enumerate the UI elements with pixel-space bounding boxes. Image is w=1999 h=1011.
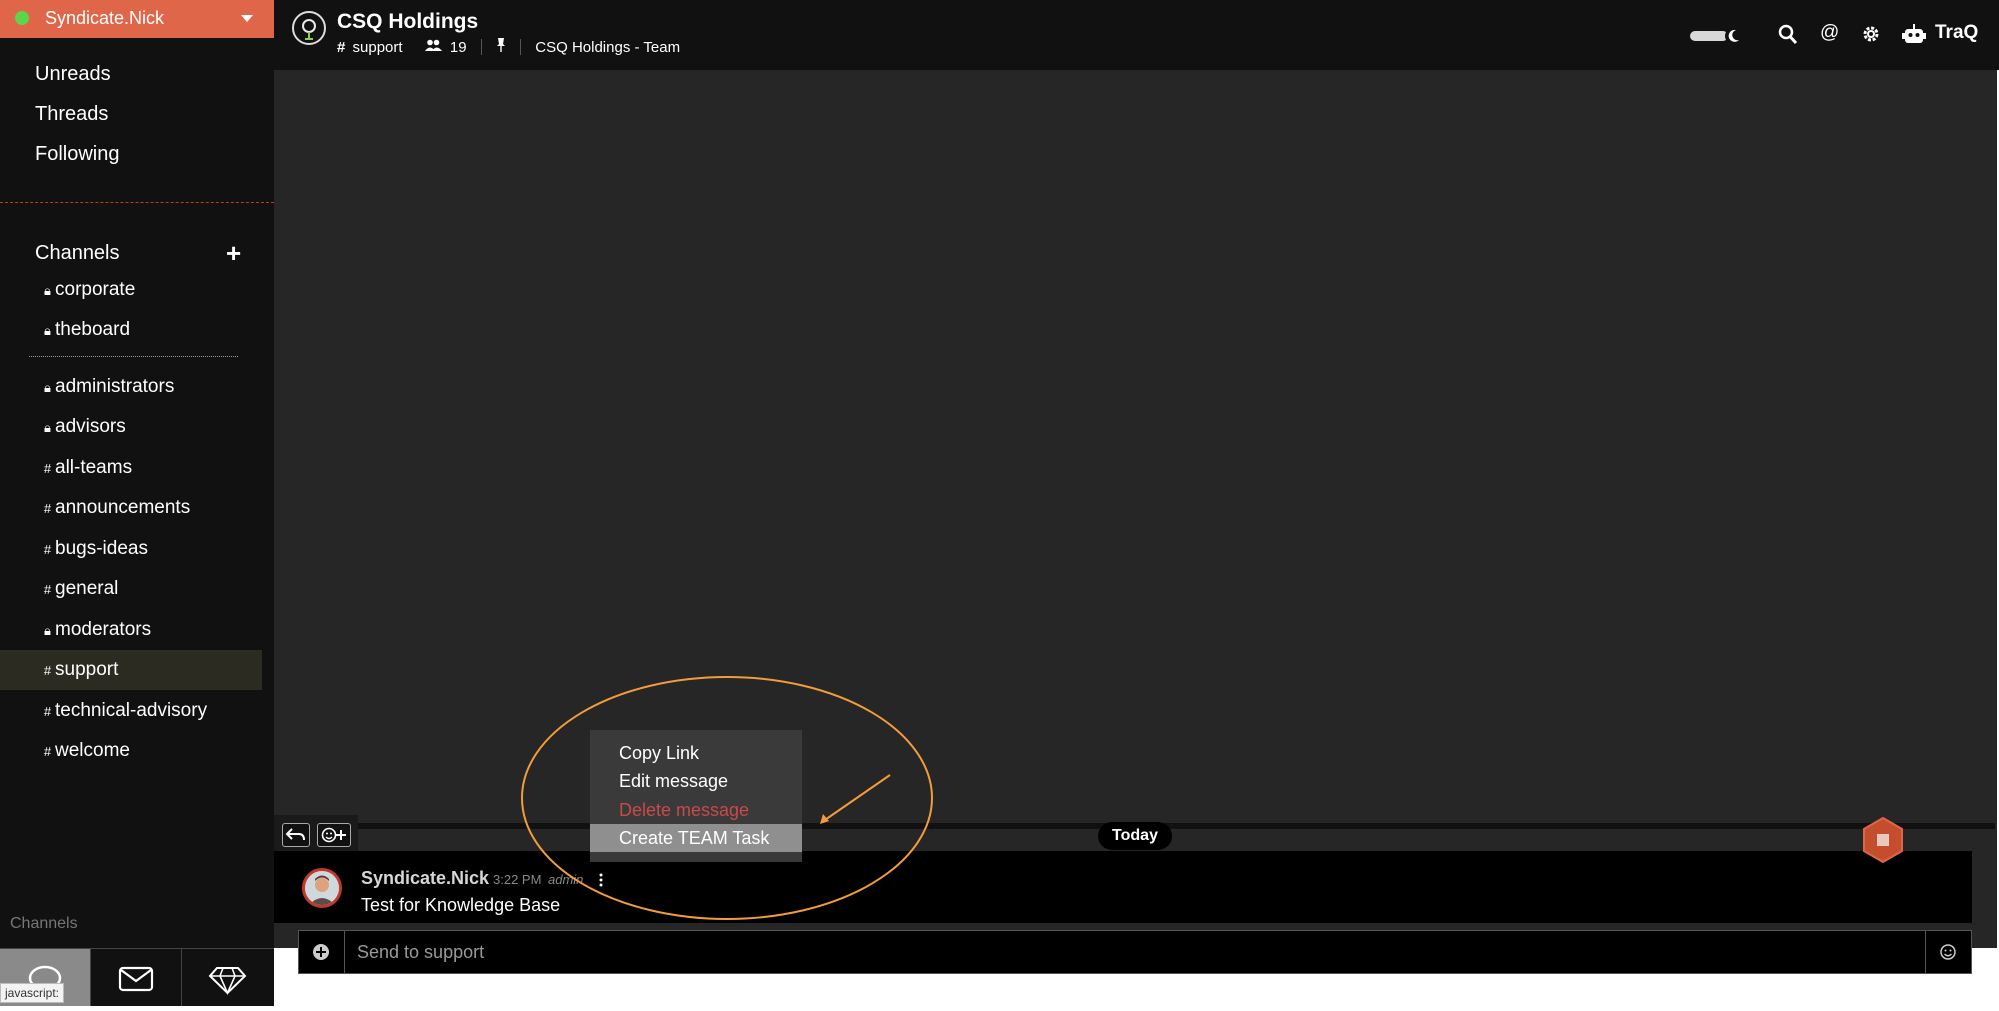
channel-name: administrators: [55, 376, 175, 397]
message-item[interactable]: Syndicate.Nick 3:22 PM admin Test for Kn…: [274, 851, 1972, 923]
channel-name: corporate: [55, 279, 136, 300]
channel-moderators[interactable]: 🔒︎ moderators: [40, 610, 262, 650]
at-icon[interactable]: @: [1820, 22, 1839, 44]
lock-icon: 🔒︎: [44, 283, 51, 298]
sidebar-footer-label: Channels: [10, 915, 78, 932]
mail-icon: [118, 966, 154, 992]
channel-name[interactable]: support: [353, 39, 403, 56]
gear-icon[interactable]: [1861, 24, 1881, 49]
add-reaction-button[interactable]: [317, 823, 351, 847]
message-action-bar: [274, 815, 358, 851]
tab-direct-messages[interactable]: [91, 949, 182, 1006]
lock-icon: 🔒︎: [44, 323, 51, 338]
search-icon[interactable]: [1778, 24, 1798, 51]
hash-icon: #: [43, 663, 52, 678]
team-logo-icon: [302, 19, 316, 40]
users-icon: [424, 39, 442, 56]
hash-icon: #: [43, 461, 52, 476]
chevron-down-icon[interactable]: [241, 15, 253, 22]
reply-button[interactable]: [282, 823, 310, 847]
date-divider-label: Today: [1098, 822, 1172, 850]
current-user-name: Syndicate.Nick: [45, 8, 165, 28]
menu-item-edit-message[interactable]: Edit message: [590, 767, 802, 795]
online-status-indicator: [15, 11, 29, 25]
team-logo[interactable]: [292, 11, 326, 45]
channel-all-teams[interactable]: # all-teams: [40, 448, 262, 488]
message-input[interactable]: [357, 940, 1857, 964]
sidebar: Syndicate.Nick Unreads Threads Following…: [0, 0, 274, 1006]
lock-icon: 🔒︎: [44, 380, 51, 395]
reply-icon: [285, 828, 305, 841]
hash-icon: #: [43, 501, 52, 516]
channel-name: welcome: [55, 740, 130, 761]
app-window: Syndicate.Nick Unreads Threads Following…: [0, 0, 1999, 1006]
plus-circle-icon: [313, 944, 329, 960]
task-hexagon-icon[interactable]: [1862, 816, 1904, 864]
kebab-icon[interactable]: [598, 871, 604, 889]
attach-button[interactable]: [299, 931, 345, 973]
message-timestamp: 3:22 PM: [493, 872, 542, 887]
channel-name: moderators: [55, 619, 152, 640]
channel-support[interactable]: # support: [0, 650, 262, 690]
channel-general[interactable]: # general: [40, 569, 262, 609]
channel-theboard[interactable]: 🔒︎ theboard: [40, 310, 262, 350]
channel-info-row: # support 19 CSQ Holdings - Team: [337, 38, 680, 56]
message-pane: [274, 70, 1999, 948]
tab-premium[interactable]: [182, 949, 273, 1006]
dark-mode-toggle[interactable]: [1690, 28, 1742, 44]
channel-bugs-ideas[interactable]: # bugs-ideas: [40, 529, 262, 569]
message-composer: [298, 930, 1972, 974]
lock-icon: 🔒︎: [44, 623, 51, 638]
channel-name: theboard: [55, 319, 131, 340]
channel-name: announcements: [55, 497, 191, 518]
lock-icon: 🔒︎: [44, 420, 51, 435]
hash-icon: #: [337, 38, 346, 56]
emoji-button[interactable]: [1925, 931, 1971, 973]
channel-name: all-teams: [55, 457, 133, 478]
channel-technical-advisory[interactable]: # technical-advisory: [40, 691, 262, 731]
channel-name: technical-advisory: [55, 700, 208, 721]
pin-icon[interactable]: [496, 38, 506, 56]
divider: [520, 39, 522, 56]
hash-icon: #: [43, 582, 52, 597]
channel-name: general: [55, 578, 119, 599]
message-body: Test for Knowledge Base: [361, 895, 561, 915]
channel-divider: [29, 356, 238, 357]
member-count[interactable]: 19: [450, 39, 467, 56]
nav-following[interactable]: Following: [35, 143, 119, 166]
nav-unreads[interactable]: Unreads: [35, 63, 111, 86]
hash-icon: #: [43, 744, 52, 759]
hash-icon: #: [43, 704, 52, 719]
channel-administrators[interactable]: 🔒︎ administrators: [40, 367, 262, 407]
channel-name: advisors: [55, 416, 126, 437]
app-name[interactable]: TraQ: [1935, 22, 1978, 44]
divider: [480, 39, 482, 56]
emoji-icon: [1940, 944, 1956, 960]
channel-announcements[interactable]: # announcements: [40, 488, 262, 528]
robot-icon[interactable]: [1902, 24, 1926, 49]
channel-welcome[interactable]: # welcome: [40, 731, 262, 771]
message-context-menu: Copy Link Edit message Delete message Cr…: [590, 730, 802, 862]
nav-threads[interactable]: Threads: [35, 103, 108, 126]
team-label[interactable]: CSQ Holdings - Team: [535, 39, 680, 56]
channel-advisors[interactable]: 🔒︎ advisors: [40, 407, 262, 447]
diamond-icon: [208, 967, 247, 995]
author-role: admin: [548, 872, 584, 887]
menu-item-copy-link[interactable]: Copy Link: [590, 739, 802, 767]
menu-item-delete-message[interactable]: Delete message: [590, 796, 802, 824]
hash-icon: #: [43, 542, 52, 557]
message-author[interactable]: Syndicate.Nick: [361, 868, 489, 889]
channel-corporate[interactable]: 🔒︎ corporate: [40, 270, 262, 310]
avatar[interactable]: [302, 868, 342, 908]
channel-name: bugs-ideas: [55, 538, 148, 559]
team-name: CSQ Holdings: [337, 10, 479, 33]
channel-name: support: [55, 659, 119, 680]
user-menu[interactable]: Syndicate.Nick: [0, 0, 274, 38]
add-reaction-icon: [321, 827, 346, 843]
channels-heading[interactable]: Channels: [35, 242, 120, 265]
add-channel-icon[interactable]: +: [226, 240, 241, 266]
menu-item-create-team-task[interactable]: Create TEAM Task: [590, 824, 802, 852]
section-divider: [0, 202, 274, 203]
status-tooltip: javascript:: [0, 983, 65, 1003]
